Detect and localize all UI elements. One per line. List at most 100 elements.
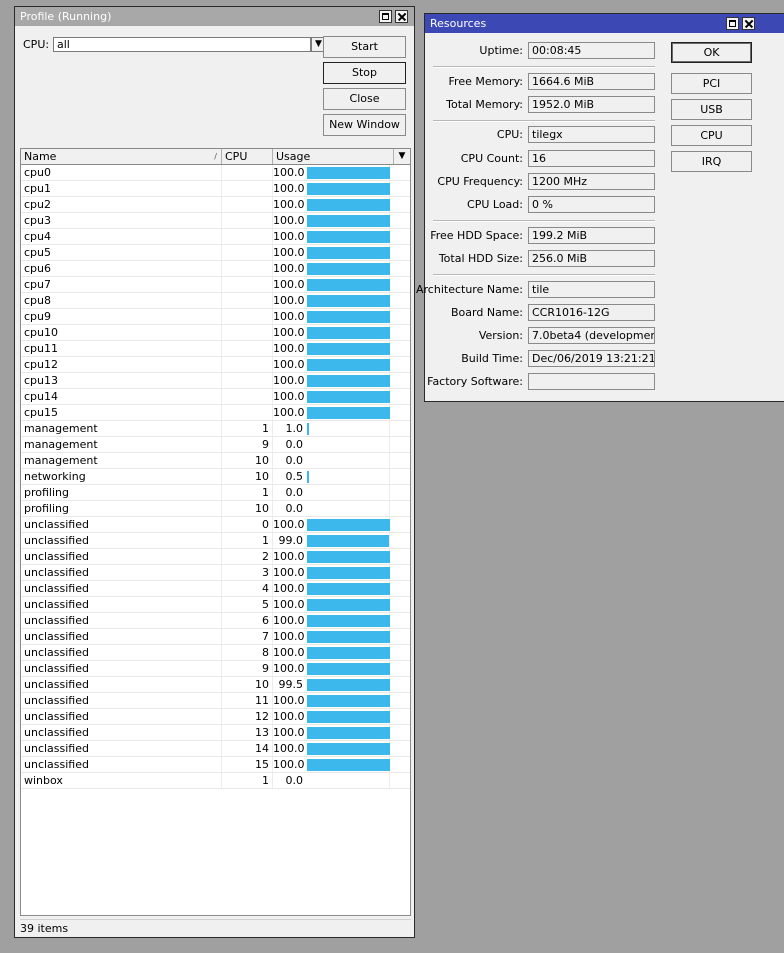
table-row[interactable]: profiling 10 0.0 xyxy=(21,501,410,517)
stop-button[interactable]: Stop xyxy=(323,62,406,84)
table-row[interactable]: unclassified 2 100.0 xyxy=(21,549,410,565)
cell-spacer xyxy=(390,277,410,292)
cell-cpu xyxy=(222,389,273,404)
close-window-button[interactable] xyxy=(742,17,755,30)
table-row[interactable]: cpu0 100.0 xyxy=(21,165,410,181)
table-row[interactable]: unclassified 3 100.0 xyxy=(21,565,410,581)
table-row[interactable]: cpu1 100.0 xyxy=(21,181,410,197)
column-header-cpu[interactable]: CPU xyxy=(222,149,273,164)
new-window-button[interactable]: New Window xyxy=(323,114,406,136)
usage-value: 100.0 xyxy=(273,214,305,227)
usage-value: 100.0 xyxy=(273,166,305,179)
close-button[interactable]: Close xyxy=(323,88,406,110)
table-row[interactable]: unclassified 13 100.0 xyxy=(21,725,410,741)
cell-usage: 100.0 xyxy=(273,277,390,292)
cell-usage: 0.0 xyxy=(273,485,390,500)
usb-button[interactable]: USB xyxy=(671,99,752,120)
cell-usage: 0.0 xyxy=(273,773,390,788)
board-name-label: Board Name: xyxy=(451,306,523,319)
table-row[interactable]: cpu10 100.0 xyxy=(21,325,410,341)
sort-icon: / xyxy=(214,152,217,161)
maximize-button[interactable] xyxy=(379,10,392,23)
column-header-usage[interactable]: Usage xyxy=(273,149,394,164)
table-row[interactable]: unclassified 12 100.0 xyxy=(21,709,410,725)
cell-usage: 0.5 xyxy=(273,469,390,484)
column-header-name[interactable]: Name / xyxy=(21,149,222,164)
cell-usage: 1.0 xyxy=(273,421,390,436)
usage-bar xyxy=(307,551,390,563)
table-row[interactable]: management 1 1.0 xyxy=(21,421,410,437)
table-row[interactable]: cpu13 100.0 xyxy=(21,373,410,389)
table-row[interactable]: management 10 0.0 xyxy=(21,453,410,469)
cpu-label: CPU: xyxy=(496,128,523,141)
table-row[interactable]: cpu14 100.0 xyxy=(21,389,410,405)
table-row[interactable]: cpu12 100.0 xyxy=(21,357,410,373)
table-row[interactable]: unclassified 1 99.0 xyxy=(21,533,410,549)
cpu-select[interactable]: all xyxy=(53,37,311,52)
usage-bar xyxy=(307,375,390,387)
table-row[interactable]: unclassified 0 100.0 xyxy=(21,517,410,533)
ok-button[interactable]: OK xyxy=(671,42,752,63)
table-row[interactable]: winbox 1 0.0 xyxy=(21,773,410,789)
resources-titlebar[interactable]: Resources xyxy=(425,14,784,33)
table-row[interactable]: cpu6 100.0 xyxy=(21,261,410,277)
table-row[interactable]: cpu2 100.0 xyxy=(21,197,410,213)
cell-cpu: 4 xyxy=(222,581,273,596)
usage-bar xyxy=(307,519,390,531)
usage-bar xyxy=(307,311,390,323)
table-row[interactable]: cpu11 100.0 xyxy=(21,341,410,357)
table-row[interactable]: unclassified 6 100.0 xyxy=(21,613,410,629)
table-row[interactable]: cpu3 100.0 xyxy=(21,213,410,229)
cell-name: unclassified xyxy=(21,517,222,532)
cell-cpu: 9 xyxy=(222,437,273,452)
maximize-button[interactable] xyxy=(726,17,739,30)
table-row[interactable]: profiling 1 0.0 xyxy=(21,485,410,501)
table-row[interactable]: cpu15 100.0 xyxy=(21,405,410,421)
cell-cpu: 5 xyxy=(222,597,273,612)
table-row[interactable]: unclassified 9 100.0 xyxy=(21,661,410,677)
table-row[interactable]: unclassified 10 99.5 xyxy=(21,677,410,693)
table-row[interactable]: networking 10 0.5 xyxy=(21,469,410,485)
close-window-button[interactable] xyxy=(395,10,408,23)
table-row[interactable]: cpu9 100.0 xyxy=(21,309,410,325)
start-button[interactable]: Start xyxy=(323,36,406,58)
cell-name: unclassified xyxy=(21,645,222,660)
cell-spacer xyxy=(390,613,410,628)
table-row[interactable]: unclassified 4 100.0 xyxy=(21,581,410,597)
cell-cpu xyxy=(222,293,273,308)
usage-value: 99.0 xyxy=(278,534,304,547)
cell-name: cpu4 xyxy=(21,229,222,244)
usage-bar xyxy=(307,711,390,723)
table-row[interactable]: unclassified 14 100.0 xyxy=(21,741,410,757)
cell-cpu: 3 xyxy=(222,565,273,580)
table-row[interactable]: unclassified 7 100.0 xyxy=(21,629,410,645)
cell-spacer xyxy=(390,485,410,500)
pci-button[interactable]: PCI xyxy=(671,73,752,94)
irq-button[interactable]: IRQ xyxy=(671,151,752,172)
table-row[interactable]: cpu8 100.0 xyxy=(21,293,410,309)
free-memory-value: 1664.6 MiB xyxy=(528,73,655,90)
cell-name: unclassified xyxy=(21,613,222,628)
table-row[interactable]: management 9 0.0 xyxy=(21,437,410,453)
profile-titlebar[interactable]: Profile (Running) xyxy=(15,7,414,26)
usage-bar xyxy=(307,263,390,275)
table-row[interactable]: unclassified 15 100.0 xyxy=(21,757,410,773)
table-row[interactable]: cpu5 100.0 xyxy=(21,245,410,261)
total-hdd-label: Total HDD Size: xyxy=(438,252,523,265)
table-row[interactable]: unclassified 8 100.0 xyxy=(21,645,410,661)
table-row[interactable]: cpu4 100.0 xyxy=(21,229,410,245)
profile-table[interactable]: Name / CPU Usage ▼ cpu0 100.0 cpu1 100.0 cpu… xyxy=(20,148,411,916)
table-row[interactable]: unclassified 5 100.0 xyxy=(21,597,410,613)
columns-menu-button[interactable]: ▼ xyxy=(394,149,410,164)
factory-software-value xyxy=(528,373,655,390)
table-row[interactable]: cpu7 100.0 xyxy=(21,277,410,293)
usage-bar xyxy=(307,727,390,739)
cell-cpu xyxy=(222,197,273,212)
cell-cpu: 1 xyxy=(222,773,273,788)
usage-bar xyxy=(307,327,390,339)
cpu-button[interactable]: CPU xyxy=(671,125,752,146)
separator xyxy=(433,120,655,122)
cell-name: unclassified xyxy=(21,661,222,676)
table-row[interactable]: unclassified 11 100.0 xyxy=(21,693,410,709)
chevron-down-icon: ▼ xyxy=(315,39,322,49)
